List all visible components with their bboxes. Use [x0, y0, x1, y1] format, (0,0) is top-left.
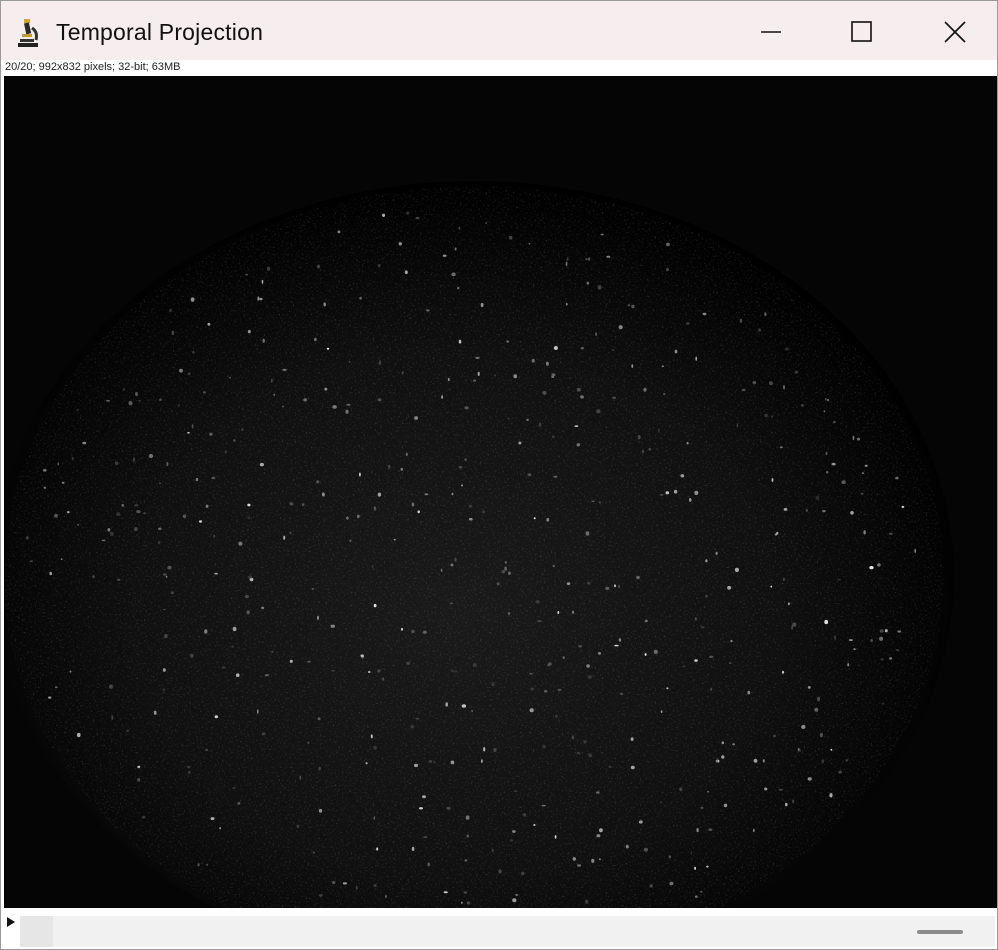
slice-controls [1, 909, 997, 949]
image-info-text: 20/20; 992x832 pixels; 32-bit; 63MB [5, 61, 181, 73]
maximize-icon [851, 21, 872, 42]
slice-scrollbar-thumb[interactable] [917, 930, 963, 934]
slice-scrollbar[interactable] [20, 916, 995, 947]
minimize-button[interactable] [748, 11, 794, 53]
play-button[interactable] [6, 915, 16, 927]
microscope-icon [16, 18, 42, 48]
image-canvas[interactable] [4, 76, 997, 908]
minimize-icon [761, 31, 781, 33]
slice-scrollbar-track-start[interactable] [20, 916, 53, 947]
maximize-button[interactable] [839, 11, 885, 53]
window-title: Temporal Projection [56, 19, 264, 45]
close-icon [944, 21, 966, 43]
play-icon [7, 917, 15, 927]
close-button[interactable] [932, 11, 978, 53]
image-window: Temporal Projection 20/20; 992x832 pixel… [0, 0, 998, 950]
image-info-bar: 20/20; 992x832 pixels; 32-bit; 63MB [1, 60, 997, 76]
projection-image [4, 76, 997, 908]
title-bar[interactable]: Temporal Projection [1, 1, 997, 60]
